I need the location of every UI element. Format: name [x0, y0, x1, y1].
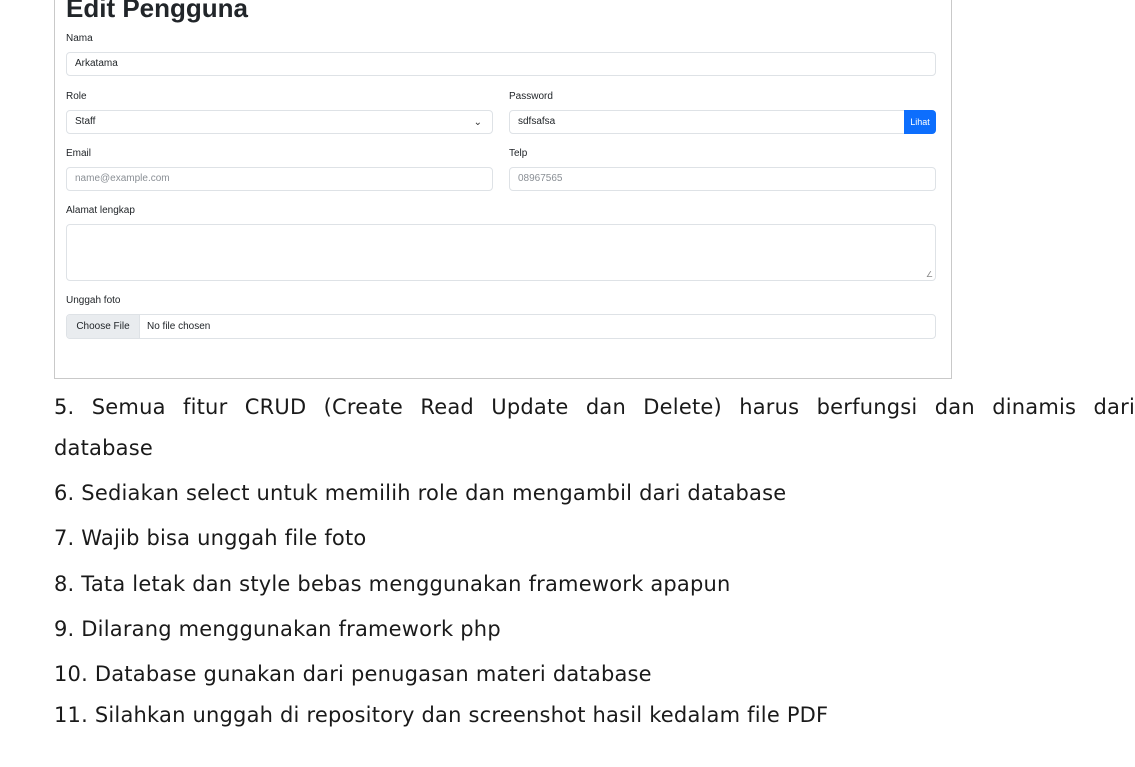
alamat-label: Alamat lengkap — [66, 205, 135, 216]
foto-label: Unggah foto — [66, 295, 121, 306]
role-select[interactable]: Staff ⌄ — [66, 110, 493, 134]
page-title: Edit Pengguna — [66, 0, 248, 23]
list-item: database — [54, 436, 153, 460]
list-item: 6. Sediakan select untuk memilih role da… — [54, 481, 787, 505]
chevron-down-icon: ⌄ — [473, 117, 482, 128]
telp-input[interactable]: 08967565 — [509, 167, 936, 191]
file-status: No file chosen — [147, 321, 211, 332]
alamat-textarea[interactable]: ∠ — [66, 224, 936, 281]
password-input[interactable]: sdfsafsa Lihat — [509, 110, 936, 134]
password-value: sdfsafsa — [518, 116, 556, 127]
foto-file-input[interactable]: Choose File No file chosen — [66, 314, 936, 339]
nama-label: Nama — [66, 33, 93, 44]
show-password-button[interactable]: Lihat — [904, 110, 936, 134]
role-label: Role — [66, 91, 87, 102]
list-item: 9. Dilarang menggunakan framework php — [54, 617, 501, 641]
password-label: Password — [509, 91, 553, 102]
edit-user-form: Edit Pengguna Nama Arkatama Role Staff ⌄… — [54, 0, 952, 379]
email-label: Email — [66, 148, 92, 159]
list-item: 7. Wajib bisa unggah file foto — [54, 526, 367, 550]
list-item: 8. Tata letak dan style bebas menggunaka… — [54, 572, 731, 596]
role-selected-value: Staff — [75, 116, 96, 127]
list-item: 10. Database gunakan dari penugasan mate… — [54, 662, 652, 686]
list-item: 5. Semua fitur CRUD (Create Read Update … — [54, 395, 1135, 419]
email-input[interactable]: name@example.com — [66, 167, 493, 191]
email-placeholder: name@example.com — [75, 173, 170, 184]
nama-value: Arkatama — [75, 58, 118, 69]
nama-input[interactable]: Arkatama — [66, 52, 936, 76]
telp-label: Telp — [509, 148, 528, 159]
telp-placeholder: 08967565 — [518, 173, 563, 184]
choose-file-button[interactable]: Choose File — [67, 315, 140, 338]
list-item: 11. Silahkan unggah di repository dan sc… — [54, 703, 829, 727]
resize-grip-icon[interactable]: ∠ — [926, 270, 933, 279]
